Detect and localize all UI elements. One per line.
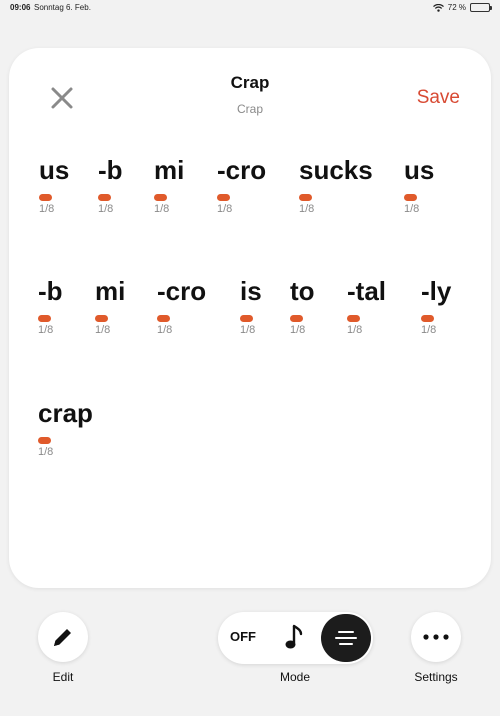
note-marker[interactable] xyxy=(217,194,230,201)
lyric-line-1: us 1/8 -b 1/8 mi 1/8 -cro 1/8 sucks 1/8 us 1/8 xyxy=(9,155,491,225)
pencil-icon xyxy=(54,629,71,646)
note-marker[interactable] xyxy=(95,315,108,322)
lyric-syllable[interactable]: us 1/8 xyxy=(404,155,434,215)
lyric-syllable[interactable]: mi 1/8 xyxy=(95,276,125,336)
note-duration: 1/8 xyxy=(421,324,437,336)
status-time: 09:06 xyxy=(10,3,31,12)
note-duration: 1/8 xyxy=(290,324,306,336)
mode-note-option[interactable] xyxy=(281,624,307,652)
note-duration: 1/8 xyxy=(299,203,315,215)
lyric-syllable[interactable]: -cro 1/8 xyxy=(157,276,206,336)
note-marker[interactable] xyxy=(38,437,51,444)
lyric-line-3: crap 1/8 xyxy=(9,398,491,468)
syllable-text: crap xyxy=(38,398,93,428)
syllable-text: -b xyxy=(38,276,63,306)
lyric-syllable[interactable]: -b 1/8 xyxy=(98,155,123,215)
status-bar: 09:06 Sonntag 6. Feb. 72 % xyxy=(0,0,500,18)
note-duration: 1/8 xyxy=(38,446,54,458)
lyric-syllable[interactable]: -b 1/8 xyxy=(38,276,63,336)
lyric-syllable[interactable]: us 1/8 xyxy=(39,155,69,215)
status-date: Sonntag 6. Feb. xyxy=(34,3,91,12)
lyric-syllable[interactable]: crap 1/8 xyxy=(38,398,93,458)
lyric-syllable[interactable]: is 1/8 xyxy=(240,276,262,336)
mode-lyrics-option[interactable] xyxy=(321,614,371,662)
music-note-icon xyxy=(285,624,303,649)
note-duration: 1/8 xyxy=(240,324,256,336)
wifi-icon xyxy=(432,3,444,12)
lyric-syllable[interactable]: -ly 1/8 xyxy=(421,276,451,336)
lyric-syllable[interactable]: -tal 1/8 xyxy=(347,276,386,336)
settings-button[interactable] xyxy=(411,612,461,662)
syllable-text: sucks xyxy=(299,155,373,185)
note-duration: 1/8 xyxy=(38,324,54,336)
note-marker[interactable] xyxy=(38,315,51,322)
note-duration: 1/8 xyxy=(404,203,420,215)
syllable-text: -b xyxy=(98,155,123,185)
note-marker[interactable] xyxy=(404,194,417,201)
note-marker[interactable] xyxy=(290,315,303,322)
note-duration: 1/8 xyxy=(154,203,170,215)
status-right: 72 % xyxy=(432,3,492,12)
note-marker[interactable] xyxy=(39,194,52,201)
syllable-text: -ly xyxy=(421,276,452,306)
note-marker[interactable] xyxy=(240,315,253,322)
edit-button[interactable] xyxy=(38,612,88,662)
note-marker[interactable] xyxy=(347,315,360,322)
settings-label: Settings xyxy=(414,670,458,684)
lyric-syllable[interactable]: mi 1/8 xyxy=(154,155,184,215)
note-duration: 1/8 xyxy=(95,324,111,336)
syllable-text: us xyxy=(404,155,435,185)
syllable-text: -cro xyxy=(157,276,207,306)
mode-off-option[interactable]: OFF xyxy=(230,629,256,644)
syllable-text: is xyxy=(240,276,262,306)
lyric-syllable[interactable]: to 1/8 xyxy=(290,276,315,336)
lyric-syllable[interactable]: sucks 1/8 xyxy=(299,155,373,215)
lyrics-lines-icon xyxy=(335,631,357,645)
note-marker[interactable] xyxy=(154,194,167,201)
battery-icon xyxy=(470,3,492,12)
note-marker[interactable] xyxy=(98,194,111,201)
note-duration: 1/8 xyxy=(157,324,173,336)
edit-label: Edit xyxy=(52,670,74,684)
syllable-text: mi xyxy=(95,276,126,306)
syllable-text: us xyxy=(39,155,70,185)
mode-label: Mode xyxy=(279,670,311,684)
note-duration: 1/8 xyxy=(98,203,114,215)
syllable-text: to xyxy=(290,276,315,306)
battery-percent: 72 % xyxy=(447,3,466,12)
note-marker[interactable] xyxy=(157,315,170,322)
note-duration: 1/8 xyxy=(39,203,55,215)
syllable-text: -cro xyxy=(217,155,267,185)
lyric-line-2: -b 1/8 mi 1/8 -cro 1/8 is 1/8 to 1/8 -tal 1/8 -ly 1/8 xyxy=(9,276,491,346)
bottom-toolbar: Edit OFF Mode Settings xyxy=(0,590,500,716)
more-dots-icon xyxy=(423,634,449,640)
lyrics-card: Crap Crap Save us 1/8 -b 1/8 mi 1/8 -cro 1/8 suc… xyxy=(9,48,491,588)
save-button[interactable]: Save xyxy=(417,87,460,109)
lyric-syllable[interactable]: -cro 1/8 xyxy=(217,155,266,215)
note-duration: 1/8 xyxy=(217,203,233,215)
mode-switch[interactable]: OFF xyxy=(218,612,373,664)
note-marker[interactable] xyxy=(421,315,434,322)
note-marker[interactable] xyxy=(299,194,312,201)
syllable-text: mi xyxy=(154,155,185,185)
note-duration: 1/8 xyxy=(347,324,363,336)
syllable-text: -tal xyxy=(347,276,386,306)
